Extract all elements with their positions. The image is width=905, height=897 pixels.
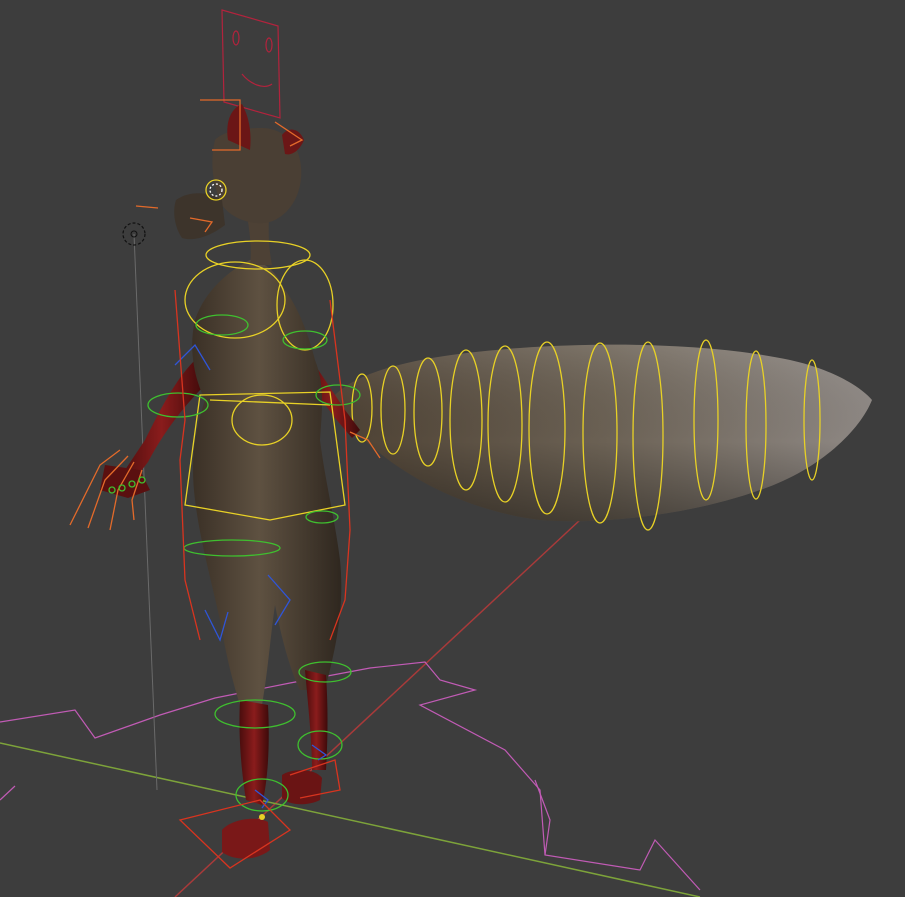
- root-pivot[interactable]: [259, 814, 265, 820]
- floor-grid: [0, 519, 701, 897]
- 3d-viewport[interactable]: [0, 0, 905, 897]
- light-object[interactable]: [122, 222, 158, 791]
- floor-root-control[interactable]: [0, 661, 701, 891]
- lamp-line: [133, 233, 158, 791]
- face-control-panel[interactable]: [221, 9, 281, 119]
- viewport-scene[interactable]: [0, 0, 905, 897]
- grid-y-axis: [0, 742, 701, 897]
